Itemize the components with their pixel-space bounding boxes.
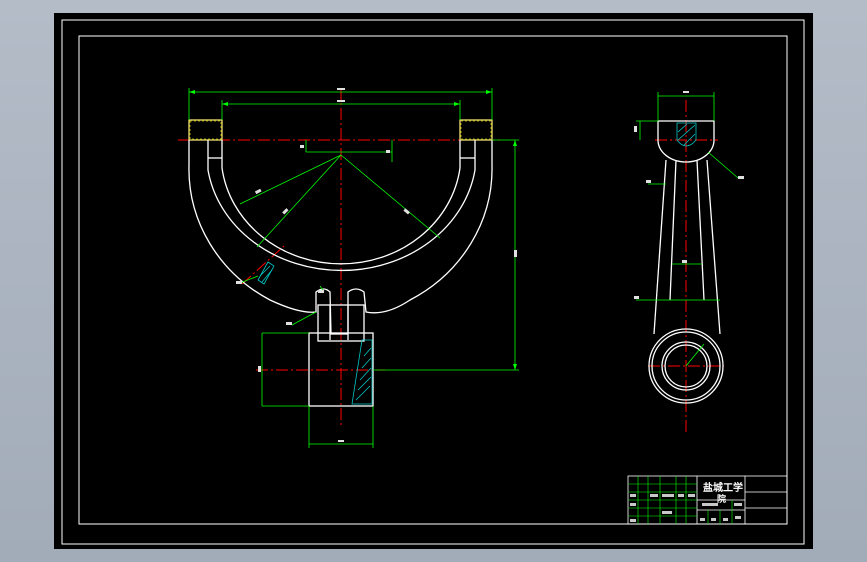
dim-text-mark bbox=[254, 188, 262, 195]
outer-frame bbox=[61, 19, 805, 545]
dim-text-mark bbox=[514, 250, 517, 257]
school-name-line-1: 盐城工学 bbox=[703, 481, 743, 494]
dim-arrow bbox=[222, 102, 228, 106]
leader-neck-radius bbox=[291, 311, 317, 326]
slot-hatch bbox=[257, 261, 275, 285]
drawing-frames bbox=[61, 19, 805, 545]
side-arm-inner-left bbox=[669, 159, 677, 301]
side-view bbox=[634, 91, 744, 435]
dim-arrow bbox=[486, 90, 492, 94]
front-center-lines bbox=[178, 88, 500, 425]
side-dimension-text-marks bbox=[634, 91, 744, 299]
tb-text-mark bbox=[662, 494, 674, 497]
slot-center-line bbox=[241, 245, 285, 285]
dim-radius-left bbox=[239, 154, 342, 205]
hub-hatch-line bbox=[357, 376, 372, 391]
side-center-lines bbox=[648, 100, 724, 435]
dim-text-mark bbox=[258, 366, 261, 372]
dim-text-mark bbox=[683, 91, 689, 93]
dim-arrow bbox=[454, 102, 460, 106]
side-arm-inner-right bbox=[696, 159, 705, 301]
dim-arrow bbox=[189, 90, 195, 94]
tb-text-mark bbox=[700, 518, 705, 521]
dim-arrow bbox=[513, 140, 517, 146]
dim-text-mark bbox=[337, 88, 345, 90]
tb-text-mark bbox=[662, 511, 672, 514]
pad-hatch-right bbox=[460, 120, 492, 140]
tb-text-mark bbox=[678, 494, 684, 497]
school-name-line-2: 院 bbox=[717, 493, 726, 505]
tb-text-mark bbox=[702, 503, 718, 506]
title-block: 盐城工学 院 bbox=[627, 475, 788, 525]
front-dimension-arrows bbox=[189, 90, 517, 370]
dim-text-mark bbox=[286, 322, 292, 325]
dim-text-mark bbox=[337, 100, 345, 102]
dim-text-mark bbox=[634, 126, 637, 132]
side-arm-left bbox=[653, 159, 667, 335]
slot-hatch-line bbox=[261, 269, 273, 283]
tb-text-mark bbox=[711, 518, 716, 521]
right-pad bbox=[459, 119, 493, 141]
dim-text-mark bbox=[318, 290, 324, 293]
dim-text-mark bbox=[386, 150, 390, 153]
tb-text-mark bbox=[734, 503, 742, 506]
side-dimensions bbox=[636, 92, 739, 367]
tb-text-mark bbox=[723, 518, 728, 521]
dim-radius-left-2 bbox=[256, 154, 342, 248]
dim-text-mark bbox=[403, 208, 410, 215]
dim-text-mark bbox=[338, 440, 344, 442]
tb-text-mark bbox=[735, 516, 741, 519]
tb-text-mark bbox=[688, 494, 695, 497]
cad-drawing: 盐城工学 院 bbox=[61, 19, 805, 545]
dim-radius-right bbox=[340, 154, 441, 239]
cad-workspace: 盐城工学 院 bbox=[0, 0, 867, 562]
front-view bbox=[178, 88, 519, 448]
front-dimensions bbox=[188, 88, 519, 448]
inner-frame bbox=[78, 35, 788, 525]
tb-text-mark bbox=[630, 519, 636, 522]
side-arm-right bbox=[706, 159, 721, 335]
dim-text-mark bbox=[682, 260, 687, 263]
dim-slot-box bbox=[305, 140, 393, 162]
pad-hatch-left bbox=[189, 120, 222, 140]
dim-text-mark bbox=[634, 296, 639, 299]
hub-hatch-line bbox=[363, 347, 372, 357]
fork-outline bbox=[188, 119, 493, 407]
dim-arrow bbox=[513, 364, 517, 370]
dim-text-mark bbox=[300, 145, 304, 148]
left-pad bbox=[188, 119, 223, 141]
tb-text-mark bbox=[650, 494, 658, 497]
tb-text-mark bbox=[630, 494, 636, 497]
side-leader-radius bbox=[707, 151, 739, 179]
dim-text-mark bbox=[236, 281, 242, 284]
dim-text-mark bbox=[646, 180, 651, 183]
tb-text-mark bbox=[630, 503, 636, 506]
hub-hatch-line bbox=[361, 357, 372, 369]
hub-hatch-line bbox=[355, 385, 371, 401]
dim-text-mark bbox=[738, 176, 744, 179]
